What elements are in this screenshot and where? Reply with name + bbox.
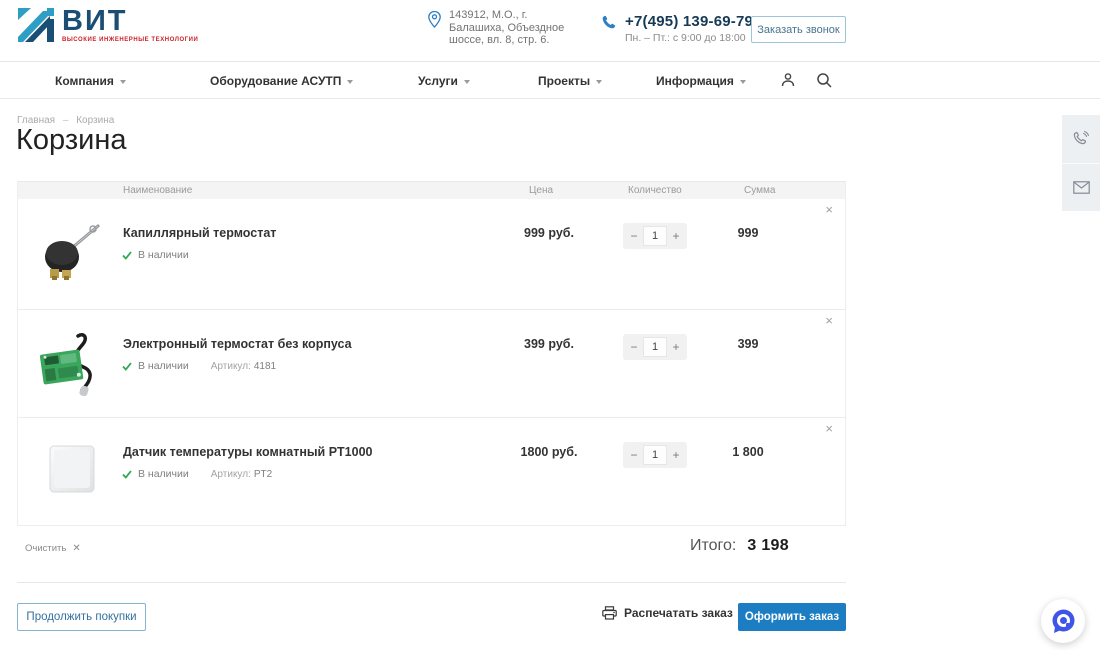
in-stock-check-icon (122, 470, 132, 479)
account-icon[interactable] (779, 71, 797, 89)
contact-side-panel (1062, 115, 1100, 211)
quantity-decrease-button[interactable]: − (627, 336, 641, 358)
phone-icon (602, 15, 616, 29)
phone-number[interactable]: +7(495) 139-69-79 (625, 13, 753, 30)
email-side-button[interactable] (1062, 163, 1100, 211)
divider (17, 582, 846, 583)
checkout-button[interactable]: Оформить заказ (738, 603, 846, 631)
cart-table-header: Наименование Цена Количество Сумма (18, 182, 845, 199)
callback-button[interactable]: Заказать звонок (751, 16, 846, 43)
chat-bubble-icon (1050, 608, 1077, 635)
quantity-input[interactable] (643, 337, 667, 357)
page-title: Корзина (16, 124, 126, 157)
remove-item-icon[interactable]: × (825, 422, 833, 436)
in-stock-label: В наличии (138, 249, 189, 261)
chevron-down-icon (464, 80, 470, 84)
address-block: 143912, М.О., г. Балашиха, Объездное шос… (428, 9, 564, 47)
product-image[interactable] (36, 216, 106, 288)
quantity-increase-button[interactable]: + (669, 336, 683, 358)
product-sum: 1 800 (698, 445, 798, 459)
quantity-input[interactable] (643, 445, 667, 465)
cart-row: × Датчик температуры комнатный PT1000 В … (18, 418, 845, 525)
product-image[interactable] (36, 435, 106, 507)
quantity-decrease-button[interactable]: − (627, 444, 641, 466)
logo-tagline: ВЫСОКИЕ ИНЖЕНЕРНЫЕ ТЕХНОЛОГИИ (62, 37, 198, 43)
total-value: 3 198 (747, 537, 789, 555)
printer-icon (602, 606, 617, 620)
phone-ring-icon (1073, 131, 1089, 147)
quantity-stepper: − + (623, 442, 687, 468)
chevron-down-icon (596, 80, 602, 84)
product-price: 399 руб. (489, 337, 609, 351)
column-header-sum: Сумма (744, 185, 775, 196)
product-sku: Артикул:PT2 (211, 469, 272, 480)
total-label: Итого: (690, 537, 736, 555)
cart-row: × Электронный термостат без (18, 310, 845, 418)
column-header-price: Цена (529, 185, 553, 196)
product-sum: 399 (698, 337, 798, 351)
location-pin-icon (428, 11, 441, 28)
in-stock-label: В наличии (138, 468, 189, 480)
working-hours: Пн. – Пт.: с 9:00 до 18:00 (625, 32, 753, 44)
print-order-button[interactable]: Распечатать заказ (602, 606, 733, 620)
quantity-stepper: − + (623, 334, 687, 360)
quantity-decrease-button[interactable]: − (627, 225, 641, 247)
product-sum: 999 (698, 226, 798, 240)
in-stock-label: В наличии (138, 360, 189, 372)
call-side-button[interactable] (1062, 115, 1100, 163)
quantity-increase-button[interactable]: + (669, 444, 683, 466)
product-price: 999 руб. (489, 226, 609, 240)
nav-item-projects[interactable]: Проекты (538, 62, 602, 99)
in-stock-check-icon (122, 362, 132, 371)
nav-item-services[interactable]: Услуги (418, 62, 470, 99)
logo-text: ВИТ (62, 7, 198, 35)
product-image[interactable] (36, 327, 106, 399)
product-title[interactable]: Капиллярный термостат (123, 226, 276, 240)
site-header: ВИТ ВЫСОКИЕ ИНЖЕНЕРНЫЕ ТЕХНОЛОГИИ 143912… (0, 0, 1100, 62)
chevron-down-icon (120, 80, 126, 84)
company-logo[interactable]: ВИТ ВЫСОКИЕ ИНЖЕНЕРНЫЕ ТЕХНОЛОГИИ (17, 7, 198, 43)
address-line: шоссе, вл. 8, стр. 6. (449, 34, 564, 47)
in-stock-check-icon (122, 251, 132, 260)
product-title[interactable]: Электронный термостат без корпуса (123, 337, 352, 351)
chat-widget-button[interactable] (1041, 599, 1085, 643)
nav-item-equipment[interactable]: Оборудование АСУТП (210, 62, 353, 99)
search-icon[interactable] (815, 71, 833, 89)
product-price: 1800 руб. (489, 445, 609, 459)
continue-shopping-button[interactable]: Продолжить покупки (17, 603, 146, 631)
chevron-down-icon (347, 80, 353, 84)
quantity-stepper: − + (623, 223, 687, 249)
cart-row: × Капиллярный термостат В наличии (18, 199, 845, 310)
clear-cart-icon: ✕ (72, 543, 80, 554)
cart-page: ВИТ ВЫСОКИЕ ИНЖЕНЕРНЫЕ ТЕХНОЛОГИИ 143912… (0, 0, 1100, 650)
quantity-input[interactable] (643, 226, 667, 246)
column-header-name: Наименование (123, 185, 192, 196)
logo-icon (17, 7, 55, 43)
address-line: 143912, М.О., г. (449, 9, 564, 22)
chevron-down-icon (740, 80, 746, 84)
remove-item-icon[interactable]: × (825, 203, 833, 217)
remove-item-icon[interactable]: × (825, 314, 833, 328)
quantity-increase-button[interactable]: + (669, 225, 683, 247)
envelope-icon (1073, 181, 1090, 194)
cart-table: Наименование Цена Количество Сумма × (17, 181, 846, 526)
nav-item-company[interactable]: Компания (55, 62, 126, 99)
product-sku: Артикул:4181 (211, 361, 276, 372)
address-line: Балашиха, Объездное (449, 22, 564, 35)
column-header-quantity: Количество (628, 185, 682, 196)
nav-item-information[interactable]: Информация (656, 62, 746, 99)
cart-total: Итого: 3 198 (690, 537, 789, 555)
phone-block: +7(495) 139-69-79 Пн. – Пт.: с 9:00 до 1… (602, 13, 753, 44)
clear-cart-button[interactable]: Очистить ✕ (25, 543, 81, 554)
main-nav: Компания Оборудование АСУТП Услуги Проек… (0, 62, 1100, 99)
product-title[interactable]: Датчик температуры комнатный PT1000 (123, 445, 373, 459)
